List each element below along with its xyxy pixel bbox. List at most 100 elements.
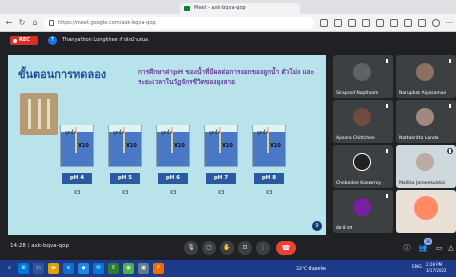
address-bar[interactable]: https://meet.google.com/axk-bqva-qop [44, 17, 314, 29]
ph-label: pH 6 [158, 173, 188, 184]
participant-name: Nattakritta Landa [399, 136, 439, 141]
chat-icon[interactable]: ▭ [434, 243, 444, 253]
weather-widget[interactable]: 33°C มีแดดจัด [296, 265, 326, 272]
taskbar-time[interactable]: 2:28 PM [426, 262, 442, 267]
grid-icon[interactable] [348, 19, 356, 27]
browser-titlebar: Meet - axk-bqva-qop [0, 0, 456, 14]
tab-title: Meet - axk-bqva-qop [194, 5, 246, 11]
slide-title: ขั้นตอนการทดลอง [18, 68, 107, 81]
participant-tile[interactable] [396, 190, 456, 233]
meeting-time: 14:28 [10, 243, 26, 249]
profile-icon[interactable] [432, 19, 440, 27]
avatar [416, 108, 434, 126]
participant-tile[interactable]: Nattakritta Landa [396, 100, 456, 143]
beaker: ลูกน้ำ X10 [60, 125, 94, 167]
taskbar-date[interactable]: 3/17/2022 [426, 268, 447, 273]
beaker: ลูกน้ำ X10 [252, 125, 286, 167]
beaker-label: ลูกน้ำ [161, 131, 173, 136]
file-explorer-icon[interactable]: ▬ [48, 263, 59, 274]
more-icon[interactable]: ⋯ [444, 18, 454, 28]
home-icon[interactable]: ⌂ [30, 18, 40, 28]
os-taskbar: ⌕ ⊞ ▭ ▬ e ◆ ✉ X ◉ ▣ P 33°C มีแดดจัด ENG … [0, 260, 456, 277]
replicate-label: X3 [265, 190, 273, 196]
excel-icon[interactable]: X [108, 263, 119, 274]
meet-header: REC T Thanyathon Longkhee กำลังนำเสนอ [0, 33, 456, 48]
app-icon[interactable]: ▣ [138, 263, 149, 274]
beaker-label: ลูกน้ำ [113, 131, 125, 136]
participant-name: Siraprod Nopthaim [336, 91, 379, 96]
slide-number: 9 [312, 221, 322, 231]
mic-icon [384, 103, 390, 109]
chrome-icon[interactable]: ◉ [123, 263, 134, 274]
sprout-photo [20, 93, 58, 135]
meeting-clock: 14:28 | axk-bqva-qop [10, 243, 69, 249]
meet-icon [184, 6, 190, 11]
avatar [353, 153, 371, 171]
beaker-count: X10 [270, 143, 281, 149]
participant-tile[interactable]: Siraprod Nopthaim [333, 55, 393, 98]
zoom-icon[interactable] [376, 19, 384, 27]
avatar [416, 63, 434, 81]
language-indicator[interactable]: ENG [412, 265, 422, 270]
start-icon[interactable]: ⊞ [18, 263, 29, 274]
store-icon[interactable]: ◆ [78, 263, 89, 274]
participant-tile[interactable]: Chebodee Kaewrroy [333, 145, 393, 188]
powerpoint-icon[interactable]: P [153, 263, 164, 274]
search-icon[interactable]: ⌕ [4, 263, 15, 274]
beaker-count: X10 [174, 143, 185, 149]
mic-button[interactable]: 🎙 [184, 241, 198, 255]
mic-icon [384, 58, 390, 64]
replicate-label: X3 [217, 190, 225, 196]
participant-name: Mallika Jaroenkulstoi [399, 181, 445, 186]
beaker-count: X10 [126, 143, 137, 149]
presenter-label: Thanyathon Longkhee กำลังนำเสนอ [62, 37, 149, 43]
more-options-button[interactable]: ⋮ [256, 241, 270, 255]
activities-icon[interactable]: △ [446, 243, 456, 253]
camera-button[interactable]: ▢ [202, 241, 216, 255]
participant-name: อัล 8 ธร [336, 226, 353, 231]
browser-tab[interactable]: Meet - axk-bqva-qop [180, 3, 300, 14]
participant-tile[interactable]: อัล 8 ธร [333, 190, 393, 233]
ph-label: pH 4 [62, 173, 92, 184]
info-icon[interactable]: ⓘ [402, 243, 412, 253]
replicate-label: X3 [169, 190, 177, 196]
present-button[interactable]: ⊡ [238, 241, 252, 255]
avatar [353, 198, 371, 216]
participant-name: Naruphat Alyasaman [399, 91, 447, 96]
replicate-label: X3 [73, 190, 81, 196]
collections-icon[interactable] [418, 19, 426, 27]
beaker-label: ลูกน้ำ [209, 131, 221, 136]
leave-call-button[interactable]: ☎ [276, 241, 296, 255]
beaker-count: X10 [78, 143, 89, 149]
back-icon[interactable]: ← [4, 18, 14, 28]
ph-label: pH 5 [110, 173, 140, 184]
participant-tile[interactable]: Naruphat Alyasaman [396, 55, 456, 98]
participant-tile[interactable]: Mallika Jaroenkulstoi [396, 145, 456, 188]
meeting-code: axk-bqva-qop [31, 243, 69, 249]
mic-icon [447, 148, 453, 154]
mic-icon [447, 58, 453, 64]
beaker-count: X10 [222, 143, 233, 149]
read-aloud-icon[interactable] [362, 19, 370, 27]
ph-label: pH 8 [254, 173, 284, 184]
refresh-icon[interactable]: ↻ [17, 18, 27, 28]
replicate-label: X3 [121, 190, 129, 196]
favorite-icon[interactable] [404, 19, 412, 27]
mic-icon [384, 148, 390, 154]
mic-icon [447, 103, 453, 109]
record-icon [13, 38, 17, 43]
mail-icon[interactable]: ✉ [93, 263, 104, 274]
participant-tile[interactable]: Apasra Chittchee [333, 100, 393, 143]
rec-label: REC [19, 37, 30, 43]
raise-hand-button[interactable]: ✋ [220, 241, 234, 255]
lock-icon [49, 20, 54, 26]
avatar [416, 153, 434, 171]
camera-permission-icon[interactable] [320, 19, 328, 27]
taskview-icon[interactable]: ▭ [33, 263, 44, 274]
edge-icon[interactable]: e [63, 263, 74, 274]
reader-icon[interactable] [334, 19, 342, 27]
browser-toolbar: ← ↻ ⌂ https://meet.google.com/axk-bqva-q… [0, 14, 456, 32]
split-screen-icon[interactable] [390, 19, 398, 27]
screen: Meet - axk-bqva-qop ← ↻ ⌂ https://meet.g… [0, 0, 456, 277]
beaker: ลูกน้ำ X10 [204, 125, 238, 167]
